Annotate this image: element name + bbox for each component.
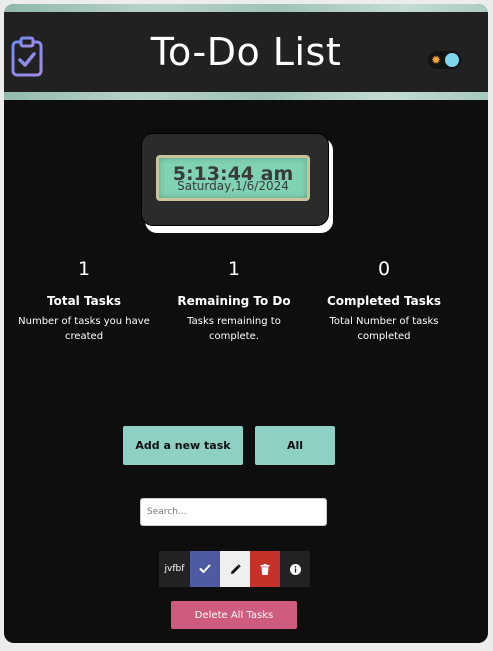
delete-task-button[interactable] xyxy=(250,551,280,587)
task-name: jvfbf xyxy=(159,551,190,587)
stat-label: Completed Tasks xyxy=(326,294,442,308)
stat-label: Remaining To Do xyxy=(177,294,291,308)
clock-display: 5:13:44 am Saturday,1/6/2024 xyxy=(156,155,310,201)
add-task-button[interactable]: Add a new task xyxy=(123,426,243,465)
delete-all-button[interactable]: Delete All Tasks xyxy=(171,601,297,629)
clock-date: Saturday,1/6/2024 xyxy=(177,179,289,193)
stat-description: Total Number of tasks completed xyxy=(329,316,439,342)
theme-toggle[interactable]: ✹ xyxy=(428,51,461,69)
stat-description: Tasks remaining to complete. xyxy=(187,316,281,342)
trash-icon xyxy=(260,563,270,575)
sun-icon: ✹ xyxy=(431,53,442,67)
stat-remaining: 1 Remaining To Do Tasks remaining to com… xyxy=(159,258,309,344)
todo-app: To-Do List ✹ 5:13:44 am Saturday,1/6/202… xyxy=(4,4,488,643)
header: To-Do List ✹ xyxy=(4,12,488,92)
task-info-button[interactable] xyxy=(280,551,310,587)
stat-label: Total Tasks xyxy=(47,294,121,308)
stat-count: 1 xyxy=(227,258,241,280)
page-title: To-Do List xyxy=(150,30,342,74)
toggle-knob xyxy=(445,53,459,67)
stat-total-tasks: 1 Total Tasks Number of tasks you have c… xyxy=(9,258,159,344)
stat-description: Number of tasks you have created xyxy=(18,316,150,342)
info-icon xyxy=(289,563,301,575)
complete-task-button[interactable] xyxy=(190,551,220,587)
stat-completed: 0 Completed Tasks Total Number of tasks … xyxy=(309,258,459,344)
edit-task-button[interactable] xyxy=(220,551,250,587)
filter-all-button[interactable]: All xyxy=(255,426,335,465)
search-input[interactable] xyxy=(140,498,327,526)
task-item: jvfbf xyxy=(159,551,310,587)
pencil-icon xyxy=(230,563,241,574)
clock-widget: 5:13:44 am Saturday,1/6/2024 xyxy=(141,133,329,226)
check-icon xyxy=(199,564,211,573)
stat-count: 1 xyxy=(77,258,91,280)
stat-count: 0 xyxy=(377,258,391,280)
